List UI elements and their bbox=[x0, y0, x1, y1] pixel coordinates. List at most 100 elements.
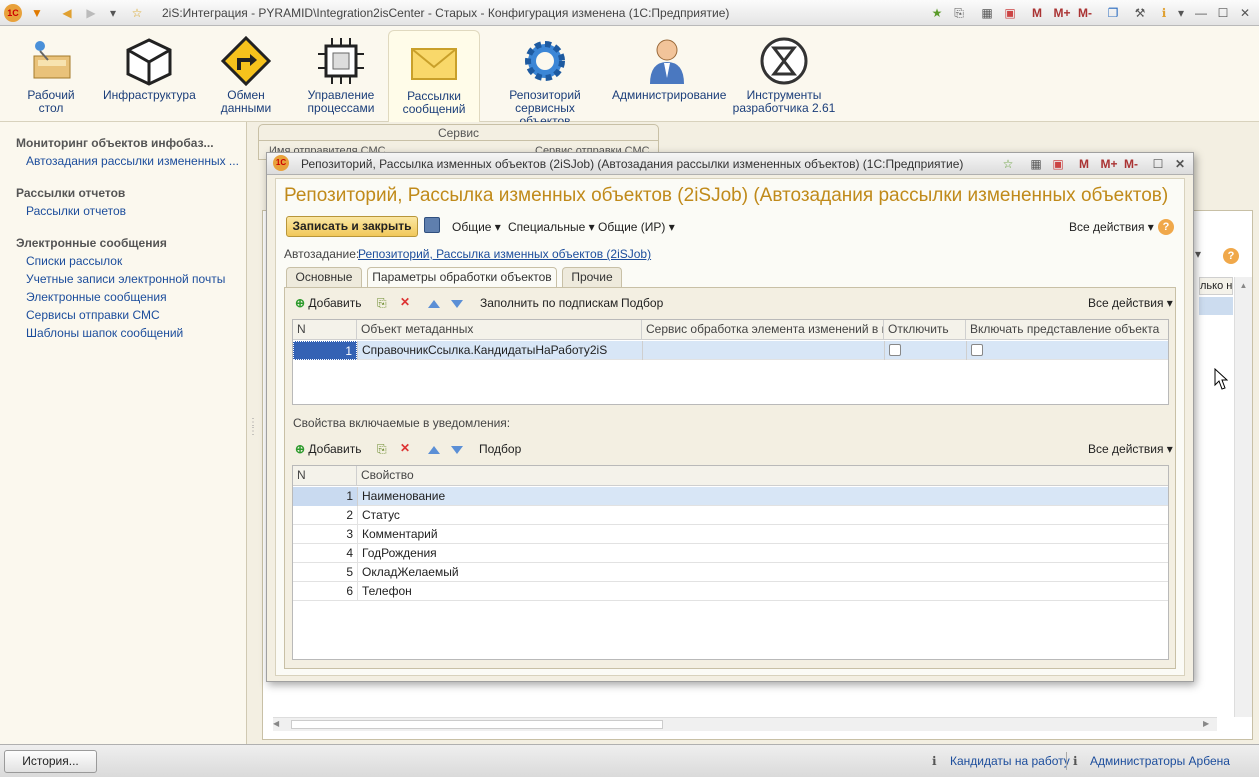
table2-all-actions-menu[interactable]: Все действия ▾ bbox=[1088, 442, 1173, 456]
close-icon[interactable]: ✕ bbox=[1236, 4, 1254, 22]
section-service-repository[interactable]: Репозиторий сервисных объектов bbox=[490, 30, 600, 128]
info-icon[interactable]: ℹ bbox=[1155, 4, 1173, 22]
nav-link-email-accounts[interactable]: Учетные записи электронной почты bbox=[26, 272, 225, 286]
fill-by-subscriptions-button[interactable]: Заполнить по подпискам bbox=[480, 296, 618, 310]
status-link-candidates[interactable]: Кандидаты на работу bbox=[950, 754, 1070, 768]
help-icon[interactable]: ? bbox=[1158, 219, 1174, 235]
calculator-icon[interactable]: ▦ bbox=[978, 4, 996, 22]
favorites-star-icon[interactable]: ☆ bbox=[128, 4, 146, 22]
section-infrastructure[interactable]: Инфраструктура bbox=[103, 30, 196, 120]
nav-link-sms-services[interactable]: Сервисы отправки СМС bbox=[26, 308, 160, 322]
pick-objects-button[interactable]: Подбор bbox=[621, 296, 663, 310]
bg-actions-dropdown-icon[interactable]: ▾ bbox=[1195, 247, 1201, 261]
copy-icon[interactable]: ⎘ bbox=[377, 442, 387, 457]
menu-general-ir[interactable]: Общие (ИР) ▾ bbox=[598, 220, 675, 234]
nav-link-header-templates[interactable]: Шаблоны шапок сообщений bbox=[26, 326, 183, 340]
status-link-admins[interactable]: Администраторы Арбена bbox=[1090, 754, 1230, 768]
minimize-icon[interactable]: — bbox=[1192, 4, 1210, 22]
row-property[interactable]: ОкладЖелаемый bbox=[357, 563, 1168, 582]
section-developer-tools[interactable]: Инструменты разработчика 2.61 bbox=[732, 30, 836, 120]
row-property[interactable]: Комментарий bbox=[357, 525, 1168, 544]
move-down-icon[interactable] bbox=[451, 300, 463, 308]
all-actions-menu[interactable]: Все действия ▾ bbox=[1069, 220, 1154, 234]
table-row[interactable]: 6 Телефон bbox=[293, 582, 1168, 601]
modal-memory-m-minus-button[interactable]: M- bbox=[1120, 155, 1142, 173]
forward-icon[interactable]: ▶ bbox=[82, 4, 100, 22]
memory-m-minus-button[interactable]: M- bbox=[1074, 4, 1096, 22]
table-row[interactable]: 3 Комментарий bbox=[293, 525, 1168, 544]
move-up-icon[interactable] bbox=[428, 446, 440, 454]
memory-m-plus-button[interactable]: M+ bbox=[1050, 4, 1074, 22]
info-dropdown-icon[interactable]: ▾ bbox=[1172, 4, 1190, 22]
tools-icon[interactable]: ⚒ bbox=[1131, 4, 1149, 22]
row-change-service[interactable] bbox=[642, 341, 884, 360]
delete-icon[interactable]: ✕ bbox=[400, 441, 410, 455]
bg-help-icon[interactable]: ? bbox=[1223, 248, 1239, 264]
modal-memory-m-plus-button[interactable]: M+ bbox=[1097, 155, 1121, 173]
pick-properties-button[interactable]: Подбор bbox=[479, 442, 521, 456]
menu-special[interactable]: Специальные ▾ bbox=[508, 220, 595, 234]
column-property[interactable]: Свойство bbox=[357, 466, 1168, 486]
table-row[interactable]: 4 ГодРождения bbox=[293, 544, 1168, 563]
section-message-mailing[interactable]: Рассылки сообщений bbox=[388, 30, 480, 122]
save-disk-icon[interactable] bbox=[424, 217, 440, 233]
column-disable[interactable]: Отключить bbox=[884, 320, 966, 340]
table-row[interactable]: 1 СправочникСсылка.КандидатыНаРаботу2iS bbox=[293, 341, 1168, 360]
history-button[interactable]: История... bbox=[4, 750, 97, 773]
modal-maximize-icon[interactable]: ☐ bbox=[1149, 155, 1167, 173]
autojob-link[interactable]: Репозиторий, Рассылка изменных объектов … bbox=[358, 247, 651, 261]
section-desktop[interactable]: Рабочий стол bbox=[5, 30, 97, 120]
table-row[interactable]: 2 Статус bbox=[293, 506, 1168, 525]
column-include-presentation[interactable]: Включать представление объекта bbox=[966, 320, 1168, 340]
add-property-button[interactable]: ⊕ Добавить bbox=[295, 442, 361, 456]
move-up-icon[interactable] bbox=[428, 300, 440, 308]
tab-object-processing-params[interactable]: Параметры обработки объектов bbox=[367, 267, 557, 288]
row-property[interactable]: Телефон bbox=[357, 582, 1168, 601]
column-change-service[interactable]: Сервис обработка элемента изменений в и.… bbox=[642, 320, 884, 340]
column-n[interactable]: N bbox=[293, 466, 357, 486]
table-row[interactable]: 1 Наименование bbox=[293, 487, 1168, 506]
tab-other[interactable]: Прочие bbox=[562, 267, 622, 287]
tab-main[interactable]: Основные bbox=[286, 267, 362, 287]
column-metadata-object[interactable]: Объект метаданных bbox=[357, 320, 642, 340]
panel-splitter-handle[interactable]: ⋮ ⋮ bbox=[248, 418, 258, 446]
add-object-button[interactable]: ⊕ Добавить bbox=[295, 296, 361, 310]
row-metadata-object[interactable]: СправочникСсылка.КандидатыНаРаботу2iS bbox=[357, 341, 642, 360]
move-down-icon[interactable] bbox=[451, 446, 463, 454]
bg-vertical-scrollbar[interactable]: ▲ bbox=[1234, 277, 1252, 717]
row-property[interactable]: ГодРождения bbox=[357, 544, 1168, 563]
modal-memory-m-button[interactable]: M bbox=[1075, 155, 1093, 173]
save-and-close-button[interactable]: Записать и закрыть bbox=[286, 216, 418, 237]
delete-icon[interactable]: ✕ bbox=[400, 295, 410, 309]
nav-link-mailing-lists[interactable]: Списки рассылок bbox=[26, 254, 122, 268]
maximize-icon[interactable]: ☐ bbox=[1214, 4, 1232, 22]
section-administration[interactable]: Администрирование bbox=[612, 30, 726, 120]
bg-horizontal-scrollbar[interactable]: ◀ ▶ bbox=[273, 717, 1217, 731]
column-n[interactable]: N bbox=[293, 320, 357, 340]
bg-scroll-thumb[interactable] bbox=[291, 720, 663, 729]
disable-checkbox[interactable] bbox=[889, 344, 901, 356]
copy-icon[interactable]: ⎘ bbox=[377, 296, 387, 311]
nav-link-autojobs[interactable]: Автозадания рассылки измененных ... bbox=[26, 154, 239, 168]
modal-favorite-icon[interactable]: ☆ bbox=[999, 155, 1017, 173]
back-icon[interactable]: ◀ bbox=[58, 4, 76, 22]
include-presentation-checkbox[interactable] bbox=[971, 344, 983, 356]
menu-general[interactable]: Общие ▾ bbox=[452, 220, 501, 234]
table1-all-actions-menu[interactable]: Все действия ▾ bbox=[1088, 296, 1173, 310]
modal-close-icon[interactable]: ✕ bbox=[1171, 155, 1189, 173]
history-dropdown-icon[interactable]: ▾ bbox=[104, 4, 122, 22]
link-icon[interactable]: ⎘ bbox=[950, 4, 968, 22]
calendar-icon[interactable]: ▣ bbox=[1001, 4, 1019, 22]
modal-calculator-icon[interactable]: ▦ bbox=[1027, 155, 1045, 173]
row-property[interactable]: Наименование bbox=[357, 487, 1168, 506]
modal-calendar-icon[interactable]: ▣ bbox=[1049, 155, 1067, 173]
section-data-exchange[interactable]: Обмен данными bbox=[200, 30, 292, 120]
nav-link-electronic-messages[interactable]: Электронные сообщения bbox=[26, 290, 167, 304]
nav-link-report-mailings[interactable]: Рассылки отчетов bbox=[26, 204, 126, 218]
row-property[interactable]: Статус bbox=[357, 506, 1168, 525]
windows-icon[interactable]: ❐ bbox=[1104, 4, 1122, 22]
memory-m-button[interactable]: M bbox=[1028, 4, 1046, 22]
add-favorite-icon[interactable]: ★ bbox=[928, 4, 946, 22]
main-menu-icon[interactable]: ▼ bbox=[28, 4, 46, 22]
section-process-management[interactable]: Управление процессами bbox=[295, 30, 387, 120]
